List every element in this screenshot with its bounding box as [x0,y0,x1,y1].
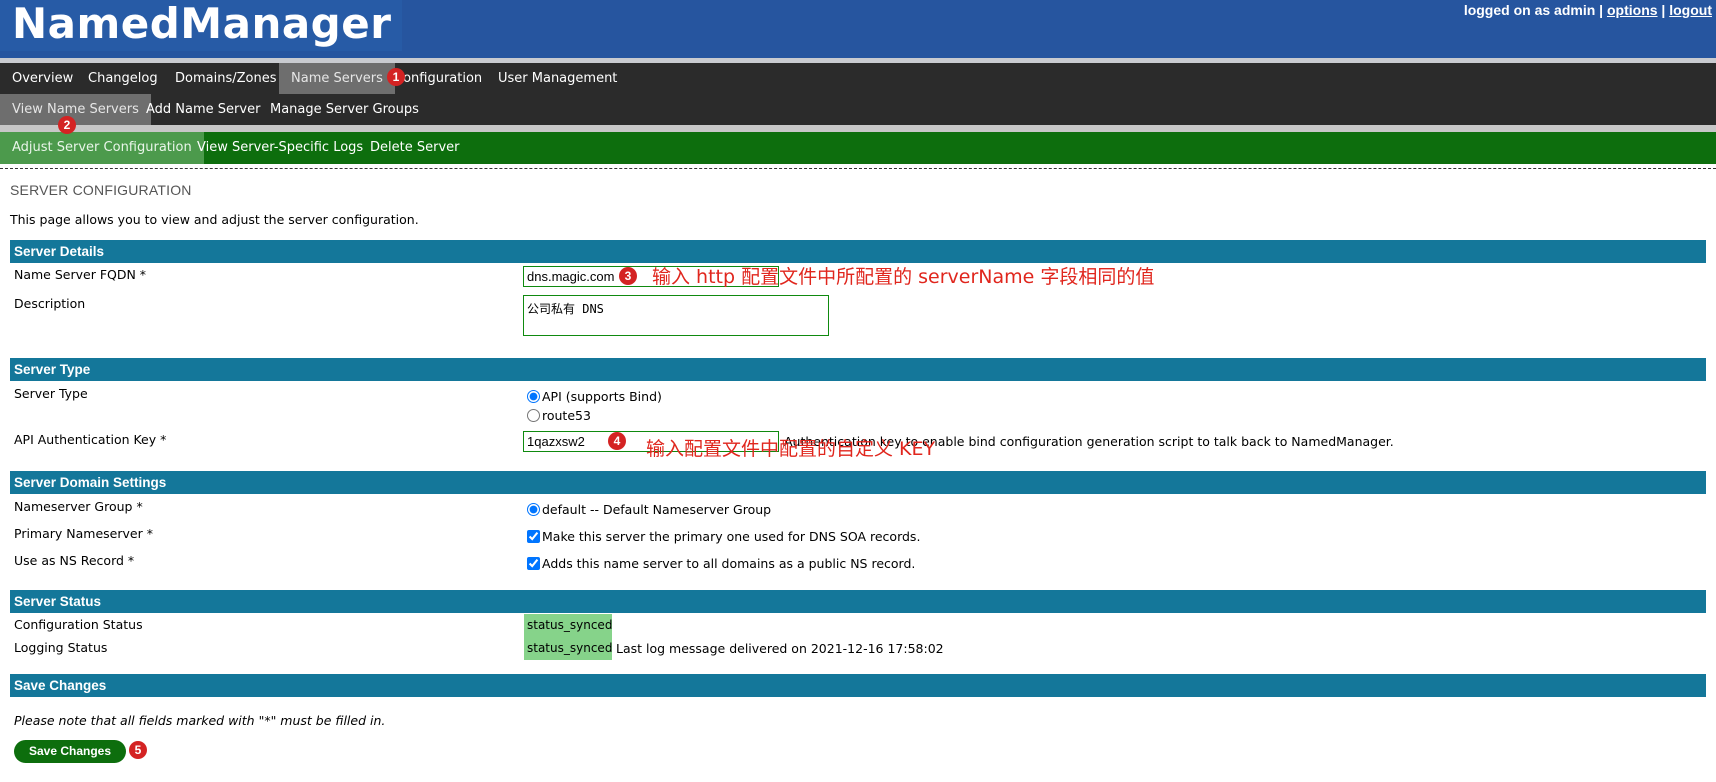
api-key-label: API Authentication Key * [14,432,167,447]
nameserver-group-label: Nameserver Group * [14,499,143,514]
annotation-badge-4: 4 [608,432,626,450]
separator: | [1661,2,1666,18]
nameserver-group-default-label: default -- Default Nameserver Group [542,502,772,517]
primary-nameserver-option[interactable]: Make this server the primary one used fo… [527,529,920,544]
nameserver-group-default-radio[interactable] [527,503,540,516]
server-type-api-radio[interactable] [527,390,540,403]
server-type-label: Server Type [14,386,88,401]
section-server-domain-settings: Server Domain Settings [10,471,1706,494]
ns-record-label: Use as NS Record * [14,553,135,568]
section-save-changes: Save Changes [10,674,1706,697]
annotation-note-3: 输入 http 配置文件中所配置的 serverName 字段相同的值 [652,266,1155,288]
config-status-label: Configuration Status [14,617,143,632]
ns-record-option[interactable]: Adds this name server to all domains as … [527,556,915,571]
ns-record-text: Adds this name server to all domains as … [542,556,916,571]
logging-status-badge: status_synced [524,637,612,660]
annotation-badge-5: 5 [129,741,147,759]
logging-status-label: Logging Status [14,640,108,655]
nav-divider [0,125,1716,132]
server-nav: Adjust Server Configuration View Server-… [0,132,1716,164]
primary-nameserver-checkbox[interactable] [527,530,540,543]
server-type-route53-label: route53 [542,408,591,423]
app-logo: NamedManager [0,0,402,51]
logged-in-text: logged on as admin [1463,2,1596,18]
section-server-details: Server Details [10,240,1706,263]
primary-nameserver-text: Make this server the primary one used fo… [542,529,921,544]
section-server-status: Server Status [10,590,1706,613]
logout-link[interactable]: logout [1669,2,1712,18]
page-title: SERVER CONFIGURATION [10,182,192,198]
nav-add-name-server[interactable]: Add Name Server [134,94,272,125]
server-type-route53-radio[interactable] [527,409,540,422]
page-description: This page allows you to view and adjust … [10,212,419,227]
last-log-message: Last log message delivered on 2021-12-16… [616,641,944,656]
nav-adjust-server-configuration[interactable]: Adjust Server Configuration [0,132,204,164]
separator: | [1599,2,1604,18]
server-type-route53-option[interactable]: route53 [527,408,591,423]
annotation-note-4: 输入配置文件中配置的自定义 KEY [646,438,936,460]
fqdn-label: Name Server FQDN * [14,267,147,282]
section-server-type: Server Type [10,358,1706,381]
description-textarea[interactable]: 公司私有 DNS [523,295,829,336]
content-divider [0,168,1716,169]
nav-view-server-specific-logs[interactable]: View Server-Specific Logs [185,132,375,164]
main-nav: Overview Changelog Domains/Zones Name Se… [0,63,1716,94]
description-label: Description [14,296,86,311]
nav-user-management[interactable]: User Management [486,63,629,94]
app-header: NamedManager logged on as admin | option… [0,0,1716,58]
config-status-badge: status_synced [524,614,612,637]
required-fields-note: Please note that all fields marked with … [14,713,386,728]
annotation-badge-2: 2 [58,116,76,134]
nav-manage-server-groups[interactable]: Manage Server Groups [258,94,431,125]
annotation-badge-1: 1 [387,68,405,86]
nav-view-name-servers[interactable]: View Name Servers [0,94,151,125]
user-status: logged on as admin | options | logout [1464,2,1712,18]
ns-record-checkbox[interactable] [527,557,540,570]
nameserver-group-default-option[interactable]: default -- Default Nameserver Group [527,502,771,517]
nav-delete-server[interactable]: Delete Server [358,132,471,164]
save-changes-button[interactable]: Save Changes [14,740,126,763]
sub-nav: View Name Servers Add Name Server Manage… [0,94,1716,125]
server-type-api-label: API (supports Bind) [542,389,662,404]
nav-name-servers[interactable]: Name Servers [279,63,395,94]
annotation-badge-3: 3 [619,267,637,285]
server-type-api-option[interactable]: API (supports Bind) [527,389,662,404]
nav-changelog[interactable]: Changelog [76,63,170,94]
app-title: NamedManager [12,0,392,48]
nav-overview[interactable]: Overview [0,63,85,94]
nav-domains-zones[interactable]: Domains/Zones [163,63,288,94]
options-link[interactable]: options [1607,2,1658,18]
primary-nameserver-label: Primary Nameserver * [14,526,153,541]
